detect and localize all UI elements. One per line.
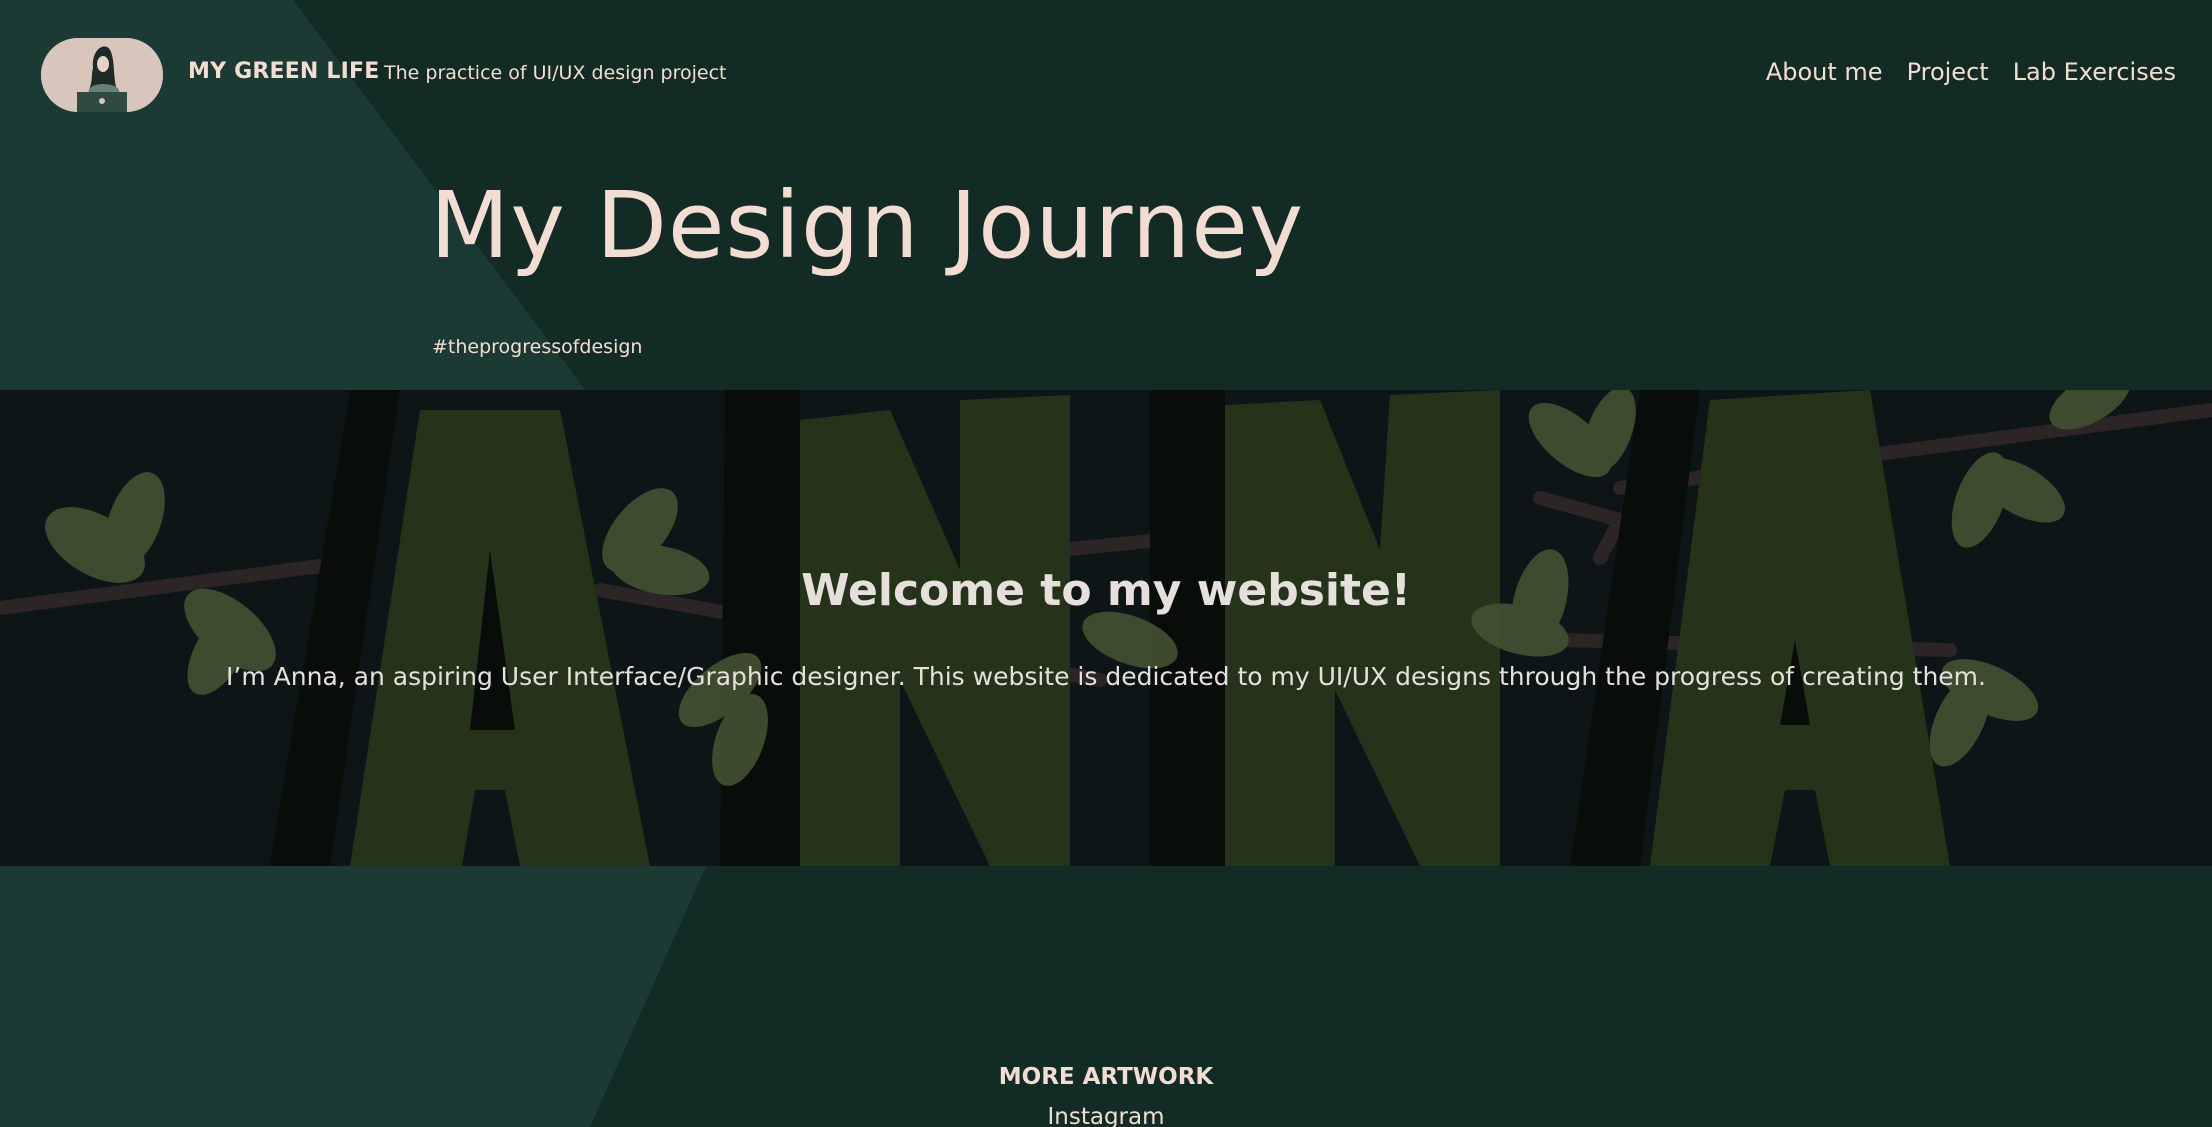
page: MY GREEN LIFE The practice of UI/UX desi… — [0, 0, 2212, 1127]
anna-letters-illustration — [0, 390, 2212, 866]
welcome-banner: Welcome to my website! I’m Anna, an aspi… — [0, 390, 2212, 866]
nav-project[interactable]: Project — [1907, 58, 1989, 86]
nav-about-me[interactable]: About me — [1766, 58, 1883, 86]
brand-tagline: The practice of UI/UX design project — [384, 62, 727, 84]
site-header: MY GREEN LIFE The practice of UI/UX desi… — [0, 0, 2212, 150]
main-nav: About me Project Lab Exercises — [1766, 58, 2176, 86]
brand-name[interactable]: MY GREEN LIFE — [188, 59, 379, 84]
nav-lab-exercises[interactable]: Lab Exercises — [2013, 58, 2176, 86]
welcome-text: I’m Anna, an aspiring User Interface/Gra… — [226, 662, 1986, 691]
avatar[interactable] — [41, 38, 163, 112]
page-title: My Design Journey — [430, 172, 1305, 279]
woman-with-laptop-illustration — [41, 38, 163, 112]
welcome-heading: Welcome to my website! — [801, 565, 1411, 616]
more-artwork-heading: MORE ARTWORK — [998, 1064, 1214, 1090]
hashtag: #theprogressofdesign — [432, 336, 643, 358]
instagram-link[interactable]: Instagram — [0, 1104, 2212, 1127]
